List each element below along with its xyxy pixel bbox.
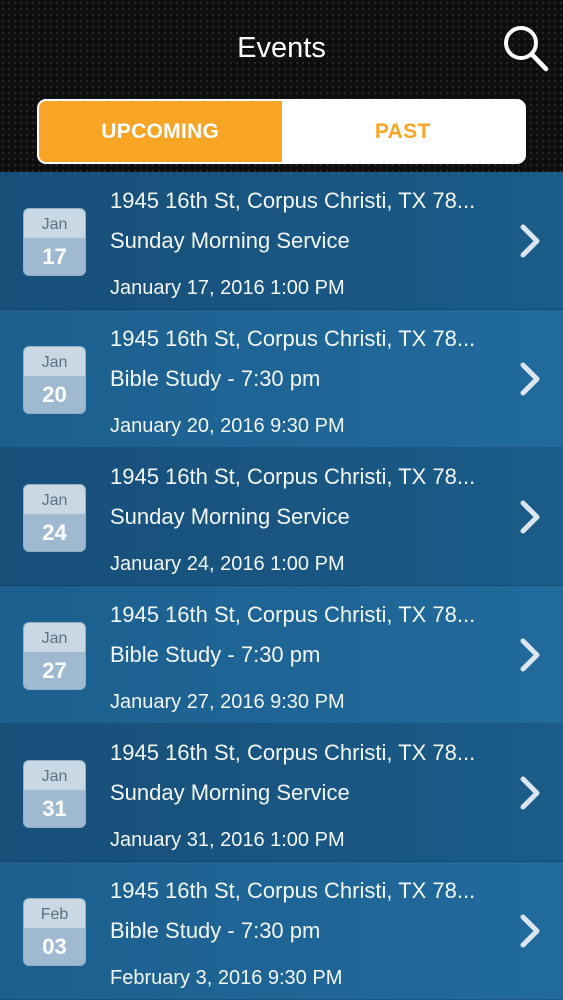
date-badge: Jan 31 [23, 760, 86, 828]
event-datetime: January 27, 2016 9:30 PM [110, 691, 345, 713]
date-badge: Jan 27 [23, 622, 86, 690]
date-badge-month: Jan [24, 761, 85, 790]
event-row[interactable]: Jan 20 1945 16th St, Corpus Christi, TX … [0, 310, 563, 448]
event-address: 1945 16th St, Corpus Christi, TX 78... [110, 740, 476, 765]
date-badge-day: 27 [42, 658, 67, 683]
event-datetime: February 3, 2016 9:30 PM [110, 967, 343, 989]
event-name: Bible Study - 7:30 pm [110, 918, 321, 943]
event-datetime: January 20, 2016 9:30 PM [110, 415, 345, 437]
date-badge-day: 17 [42, 244, 67, 269]
search-button[interactable] [500, 22, 550, 74]
event-row[interactable]: Feb 03 1945 16th St, Corpus Christi, TX … [0, 862, 563, 1000]
event-datetime: January 31, 2016 1:00 PM [110, 829, 345, 851]
event-row[interactable]: Jan 17 1945 16th St, Corpus Christi, TX … [0, 172, 563, 310]
events-filter-tabs: UPCOMING PAST [37, 99, 526, 164]
event-name: Bible Study - 7:30 pm [110, 642, 321, 667]
chevron-right-icon [516, 361, 544, 397]
chevron-right-icon [516, 637, 544, 673]
event-address: 1945 16th St, Corpus Christi, TX 78... [110, 188, 476, 213]
event-address: 1945 16th St, Corpus Christi, TX 78... [110, 464, 476, 489]
event-address: 1945 16th St, Corpus Christi, TX 78... [110, 878, 476, 903]
event-name: Sunday Morning Service [110, 228, 350, 253]
event-address: 1945 16th St, Corpus Christi, TX 78... [110, 602, 476, 627]
tab-upcoming[interactable]: UPCOMING [39, 101, 282, 162]
event-datetime: January 24, 2016 1:00 PM [110, 553, 345, 575]
events-list: Jan 17 1945 16th St, Corpus Christi, TX … [0, 172, 563, 1000]
date-badge: Jan 17 [23, 208, 86, 276]
chevron-right-icon [516, 223, 544, 259]
event-name: Sunday Morning Service [110, 780, 350, 805]
date-badge-day: 20 [42, 382, 67, 407]
chevron-right-icon [516, 913, 544, 949]
date-badge-month: Jan [24, 623, 85, 652]
event-address: 1945 16th St, Corpus Christi, TX 78... [110, 326, 476, 351]
date-badge: Feb 03 [23, 898, 86, 966]
search-icon [504, 26, 549, 72]
event-row[interactable]: Jan 31 1945 16th St, Corpus Christi, TX … [0, 724, 563, 862]
event-row[interactable]: Jan 24 1945 16th St, Corpus Christi, TX … [0, 448, 563, 586]
app-header: Events UPCOMING PAST [0, 0, 563, 172]
event-name: Sunday Morning Service [110, 504, 350, 529]
events-screen: Events UPCOMING PAST Jan 17 1945 16th St… [0, 0, 563, 1000]
page-title: Events [237, 32, 326, 64]
chevron-right-icon [516, 499, 544, 535]
date-badge-month: Feb [24, 899, 85, 928]
date-badge-day: 03 [42, 934, 67, 959]
date-badge-month: Jan [24, 209, 85, 238]
date-badge: Jan 20 [23, 346, 86, 414]
date-badge-month: Jan [24, 485, 85, 514]
event-name: Bible Study - 7:30 pm [110, 366, 321, 391]
event-datetime: January 17, 2016 1:00 PM [110, 277, 345, 299]
chevron-right-icon [516, 775, 544, 811]
tab-past[interactable]: PAST [281, 101, 524, 162]
event-row[interactable]: Jan 27 1945 16th St, Corpus Christi, TX … [0, 586, 563, 724]
date-badge-day: 24 [42, 520, 67, 545]
date-badge: Jan 24 [23, 484, 86, 552]
date-badge-day: 31 [42, 796, 67, 821]
date-badge-month: Jan [24, 347, 85, 376]
